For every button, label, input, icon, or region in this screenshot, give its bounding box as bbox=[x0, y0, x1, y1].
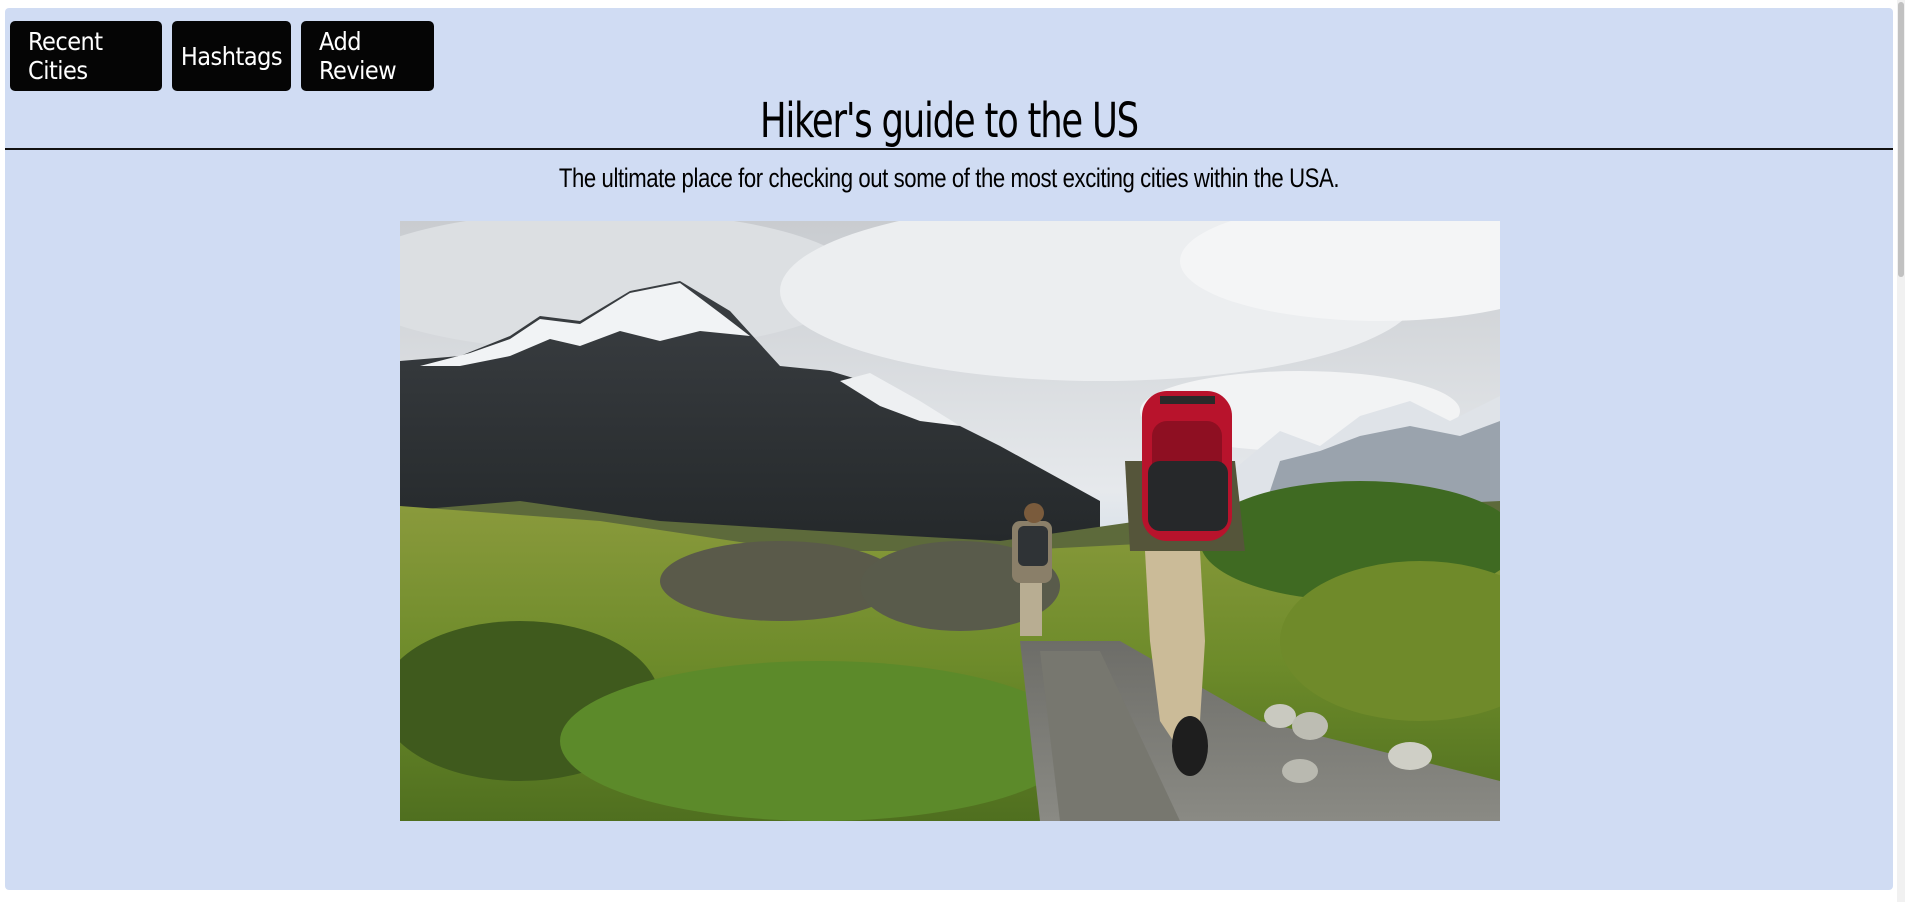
page-subtitle: The ultimate place for checking out some… bbox=[558, 163, 1340, 193]
hikers-mountain-photo bbox=[400, 221, 1500, 821]
add-review-button[interactable]: Add Review bbox=[301, 21, 434, 91]
page-container: Recent Cities Hashtags Add Review Hiker'… bbox=[5, 8, 1893, 890]
header-divider bbox=[5, 148, 1893, 150]
hashtags-button[interactable]: Hashtags bbox=[172, 21, 291, 91]
vertical-scrollbar[interactable] bbox=[1897, 0, 1905, 902]
page-title: Hiker's guide to the US bbox=[760, 93, 1139, 149]
recent-cities-button[interactable]: Recent Cities bbox=[10, 21, 162, 91]
top-nav: Recent Cities Hashtags Add Review bbox=[10, 21, 434, 91]
hero-image bbox=[400, 221, 1500, 821]
scrollbar-thumb[interactable] bbox=[1898, 2, 1904, 277]
